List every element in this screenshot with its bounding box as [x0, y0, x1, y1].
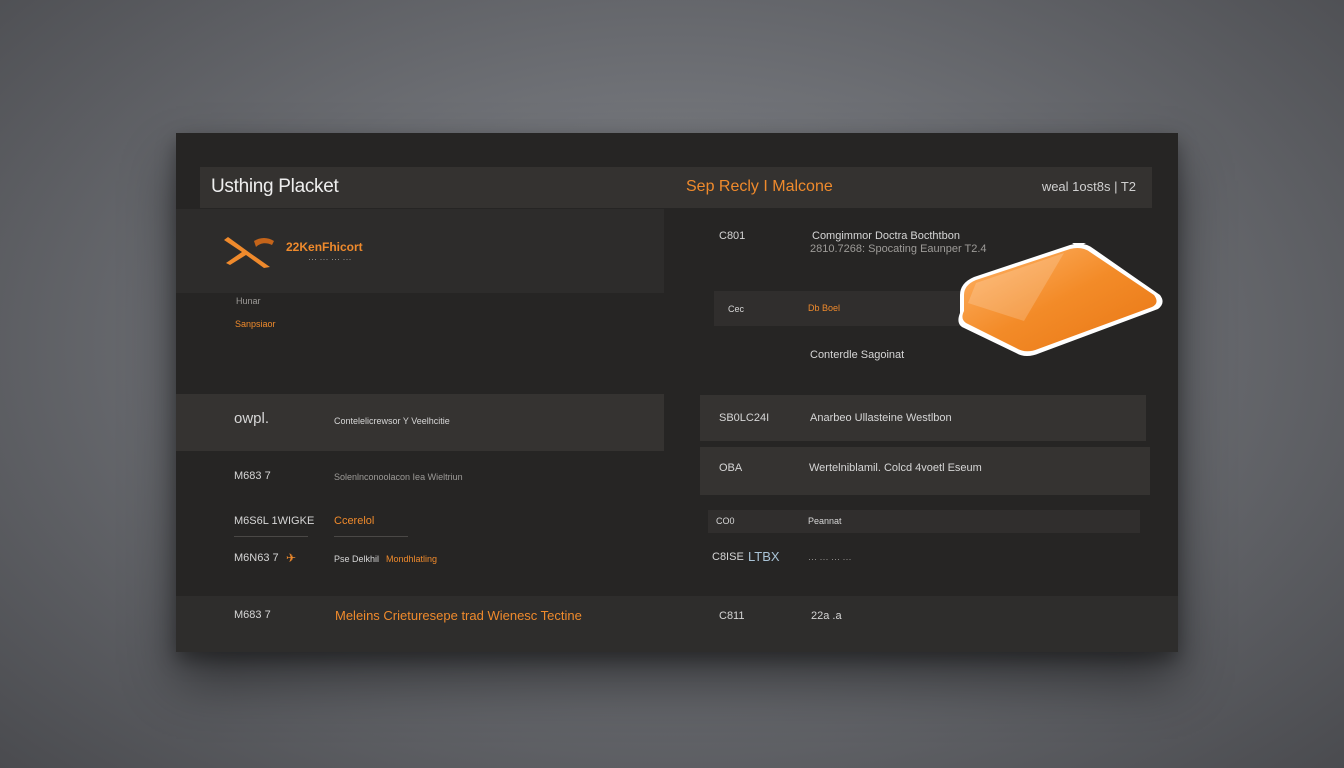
table-row[interactable]: CO0 Peannat: [708, 510, 1140, 533]
row-text: Contelelicrewsor Y Veelhcitie: [334, 416, 450, 426]
row-code: M683 7: [234, 470, 271, 482]
row-text: Peannat: [808, 516, 842, 526]
row-code: C8ISE: [712, 551, 744, 563]
brand-logo: [224, 235, 276, 274]
row2-code: Cec: [728, 304, 745, 314]
row-code: SB0LC24I: [719, 412, 770, 424]
orange-card[interactable]: [954, 235, 1166, 356]
row-text: ··· ··· ··· ···: [808, 554, 852, 564]
row-code-accent: LTBX: [748, 549, 780, 564]
x-logo-icon: [224, 237, 274, 268]
footer-left-code: M683 7: [234, 609, 271, 621]
row2-value: Db Boel: [808, 303, 841, 313]
row-text: Solenlnconoolacon Iea Wieltriun: [334, 472, 463, 482]
brand-tagline: ··· ··· ··· ···: [308, 254, 352, 264]
app-title: Usthing Placket: [211, 176, 339, 197]
app-window: Usthing Placket Sep Recly I Malcone weal…: [176, 133, 1178, 652]
footer-right-code: C811: [719, 610, 745, 622]
footer-band: [176, 596, 1178, 652]
row2-bar[interactable]: Cec Db Boel: [714, 291, 984, 326]
card-shape-icon: [958, 235, 1163, 356]
table-row[interactable]: M6S6L 1WIGKE Ccerelol: [176, 509, 664, 537]
status-text[interactable]: weal 1ost8s | T2: [1042, 179, 1136, 194]
row1-code: C801: [719, 230, 746, 242]
footer-right-value: 22a .a: [811, 610, 842, 622]
row-code: owpl.: [234, 410, 270, 427]
row-text: Anarbeo Ullasteine Westlbon: [810, 412, 952, 424]
row-code: M6S6L 1WIGKE: [234, 515, 315, 527]
table-row[interactable]: owpl. Contelelicrewsor Y Veelhcitie: [176, 394, 664, 451]
divider: [234, 536, 308, 537]
row-code: OBA: [719, 462, 743, 474]
mini-label: Hunar: [236, 296, 261, 306]
mini-sub: Sanpsiaor: [235, 319, 276, 329]
row-text: Wertelniblamil. Colcd 4voetl Eseum: [809, 462, 982, 474]
table-row[interactable]: SB0LC24I Anarbeo Ullasteine Westlbon: [700, 395, 1146, 441]
row-accent-icon: ✈: [286, 551, 297, 565]
row1-title: Comgimmor Doctra Bocthtbon: [812, 230, 960, 242]
brand-link[interactable]: Sep Recly I Malcone: [686, 178, 833, 196]
divider: [334, 536, 408, 537]
row-code: M6N63 7: [234, 552, 279, 564]
row-text: Pse Delkhil: [334, 554, 380, 564]
table-row[interactable]: C8ISE LTBX ··· ··· ··· ···: [708, 543, 1140, 573]
row-text: Ccerelol: [334, 515, 375, 527]
row-code: CO0: [716, 516, 735, 526]
row-text-accent: Mondhlatling: [386, 554, 438, 564]
table-row[interactable]: M683 7 Solenlnconoolacon Iea Wieltriun: [176, 463, 664, 491]
table-row[interactable]: OBA Wertelniblamil. Colcd 4voetl Eseum: [700, 447, 1150, 495]
footer-left-text[interactable]: Meleins Crieturesepe trad Wienesc Tectin…: [335, 608, 582, 623]
brand-name: 22KenFhicort: [286, 240, 363, 254]
row3-text: Conterdle Sagoinat: [810, 349, 905, 361]
table-row[interactable]: M6N63 7 ✈ Pse Delkhil Mondhlatling: [176, 545, 664, 573]
header-bar: Usthing Placket Sep Recly I Malcone weal…: [200, 167, 1152, 208]
